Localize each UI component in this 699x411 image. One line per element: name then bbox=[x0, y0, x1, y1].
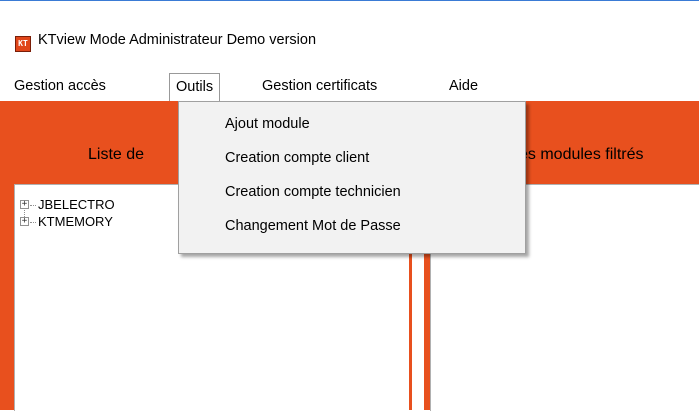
menu-item-ajout-module[interactable]: Ajout module bbox=[225, 110, 310, 138]
menu-gutter bbox=[179, 102, 206, 253]
expand-plus-icon[interactable]: + bbox=[20, 200, 29, 209]
app-icon: KT bbox=[15, 36, 31, 52]
right-panel-title: es modules filtrés bbox=[519, 146, 644, 163]
menu-gestion-acces[interactable]: Gestion accès bbox=[14, 73, 106, 99]
menu-gestion-certificats[interactable]: Gestion certificats bbox=[262, 73, 377, 99]
title-bar: KT KTview Mode Administrateur Demo versi… bbox=[0, 1, 699, 65]
outils-dropdown-menu: Ajout module Creation compte client Crea… bbox=[178, 101, 526, 254]
tree-connector bbox=[30, 222, 36, 223]
menu-bar: Gestion accès Outils Gestion certificats… bbox=[0, 73, 699, 102]
menu-aide[interactable]: Aide bbox=[449, 73, 478, 99]
tree-node-label[interactable]: KTMEMORY bbox=[38, 214, 113, 229]
tree-connector bbox=[30, 205, 36, 206]
left-panel-title: Liste de bbox=[88, 146, 145, 163]
window-title: KTview Mode Administrateur Demo version bbox=[38, 32, 317, 48]
menu-outils[interactable]: Outils bbox=[169, 73, 221, 102]
expand-plus-icon[interactable]: + bbox=[20, 217, 29, 226]
tree-node-label[interactable]: JBELECTRO bbox=[38, 197, 115, 212]
menu-item-creation-compte-technicien[interactable]: Creation compte technicien bbox=[225, 178, 401, 206]
menu-item-changement-mot-de-passe[interactable]: Changement Mot de Passe bbox=[225, 212, 401, 240]
menu-item-creation-compte-client[interactable]: Creation compte client bbox=[225, 144, 369, 172]
